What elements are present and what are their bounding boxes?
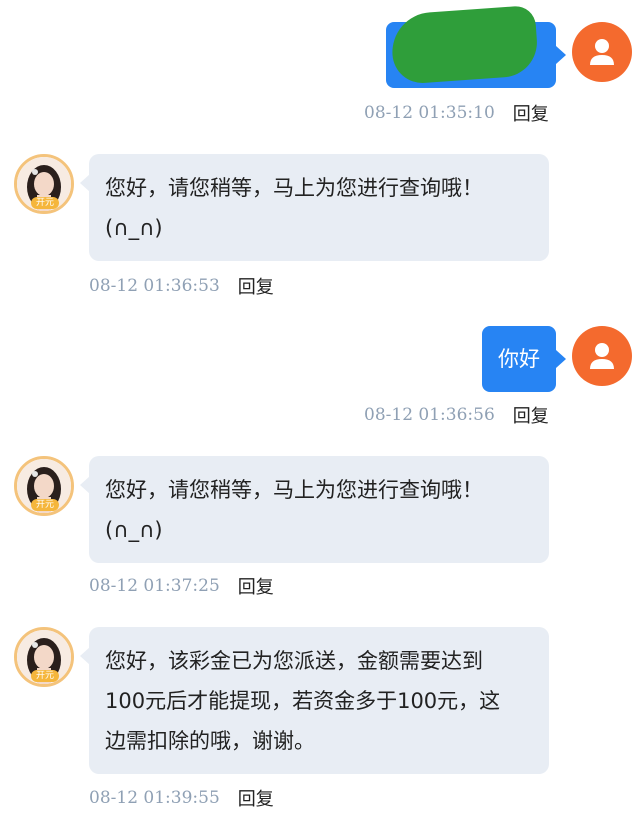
agent-bubble[interactable]: 您好，请您稍等，马上为您进行查询哦！ (∩_∩) [89, 456, 549, 563]
user-avatar[interactable] [572, 22, 632, 82]
message-agent-3: 开元 您好，该彩金已为您派送，金额需要达到 100元后才能提现，若资金多于100… [0, 623, 642, 823]
agent-avatar[interactable]: 开元 [14, 154, 74, 214]
reply-button[interactable]: 回复 [238, 273, 274, 299]
agent-badge: 开元 [31, 670, 59, 682]
message-meta: 08-12 01:35:10 回复 [364, 100, 549, 126]
message-user-1: 08-12 01:35:10 回复 [0, 0, 642, 130]
agent-message-line: (∩_∩) [105, 216, 163, 240]
agent-message-line: 您好，该彩金已为您派送，金额需要达到 [105, 649, 483, 673]
reply-button[interactable]: 回复 [513, 100, 549, 126]
agent-message-line: 您好，请您稍等，马上为您进行查询哦！ [105, 176, 483, 200]
agent-bubble[interactable]: 您好，该彩金已为您派送，金额需要达到 100元后才能提现，若资金多于100元，这… [89, 627, 549, 774]
agent-message-line: (∩_∩) [105, 518, 163, 542]
user-icon [590, 39, 614, 65]
timestamp: 08-12 01:36:56 [364, 405, 495, 425]
message-meta: 08-12 01:36:53 回复 [89, 273, 274, 299]
timestamp: 08-12 01:37:25 [89, 576, 220, 596]
agent-message-line: 您好，请您稍等，马上为您进行查询哦！ [105, 478, 483, 502]
bubble-tail [556, 46, 566, 64]
message-agent-1: 开元 您好，请您稍等，马上为您进行查询哦！ (∩_∩) 08-12 01:36:… [0, 150, 642, 300]
user-icon [590, 343, 614, 369]
user-bubble[interactable]: 你好 [482, 326, 556, 392]
bubble-tail [556, 350, 566, 368]
agent-message-line: 100元后才能提现，若资金多于100元，这 [105, 689, 501, 713]
agent-avatar[interactable]: 开元 [14, 627, 74, 687]
timestamp: 08-12 01:35:10 [364, 103, 495, 123]
agent-bubble[interactable]: 您好，请您稍等，马上为您进行查询哦！ (∩_∩) [89, 154, 549, 261]
message-agent-2: 开元 您好，请您稍等，马上为您进行查询哦！ (∩_∩) 08-12 01:37:… [0, 452, 642, 602]
timestamp: 08-12 01:36:53 [89, 276, 220, 296]
agent-message-line: 边需扣除的哦，谢谢。 [105, 729, 315, 753]
reply-button[interactable]: 回复 [238, 785, 274, 811]
message-meta: 08-12 01:37:25 回复 [89, 573, 274, 599]
message-meta: 08-12 01:39:55 回复 [89, 785, 274, 811]
message-meta: 08-12 01:36:56 回复 [364, 402, 549, 428]
user-avatar[interactable] [572, 326, 632, 386]
reply-button[interactable]: 回复 [238, 573, 274, 599]
message-user-2: 你好 08-12 01:36:56 回复 [0, 310, 642, 430]
reply-button[interactable]: 回复 [513, 402, 549, 428]
redaction-scribble [389, 5, 540, 85]
agent-badge: 开元 [31, 499, 59, 511]
agent-avatar[interactable]: 开元 [14, 456, 74, 516]
timestamp: 08-12 01:39:55 [89, 788, 220, 808]
agent-badge: 开元 [31, 197, 59, 209]
user-message-text: 你好 [498, 347, 540, 371]
